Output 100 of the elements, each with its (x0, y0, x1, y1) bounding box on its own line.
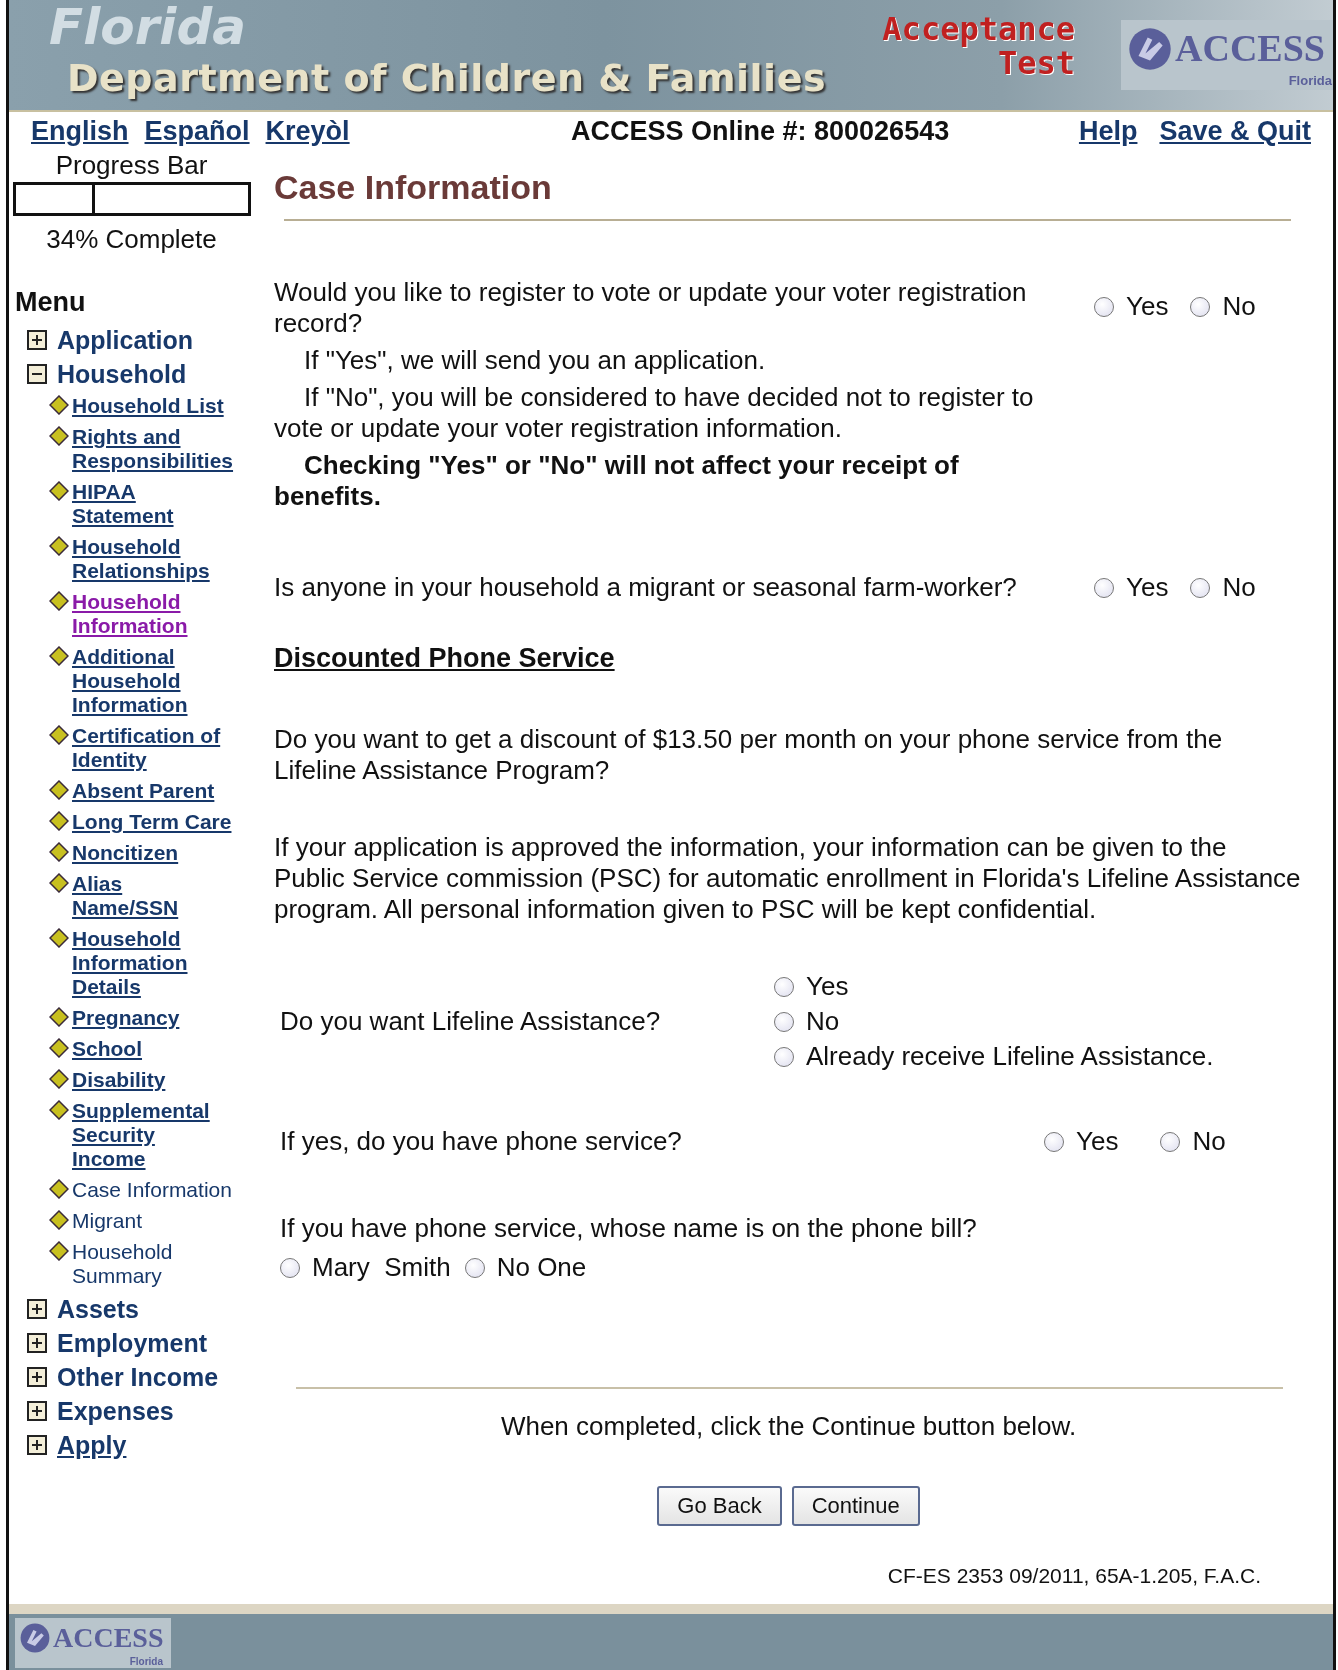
menu-link[interactable]: School (72, 1037, 232, 1061)
toggle-icon[interactable] (27, 1333, 47, 1353)
info-paragraph: If your application is approved the information, your information can be given to the Public Service commission (PSC) for automatic enrollment in Florida's Lifeline Assistance program. All personal information given to PSC will be kept confidential. (274, 832, 1302, 925)
diamond-icon (49, 725, 69, 745)
menu-section[interactable]: Assets (57, 1294, 139, 1324)
menu-link[interactable]: Certification of Identity (72, 724, 232, 772)
radio-button[interactable] (774, 1011, 794, 1032)
diamond-icon (49, 1210, 69, 1230)
menu-title: Menu (15, 287, 87, 318)
diamond-icon (49, 1038, 69, 1058)
option-label: No (1192, 1126, 1226, 1157)
diamond-icon (49, 426, 69, 446)
menu-link[interactable]: Household Information (72, 590, 232, 638)
info-paragraph: Do you want to get a discount of $13.50 per month on your phone service from the Lifeline Assistance Program? (274, 724, 1224, 786)
diamond-icon (49, 646, 69, 666)
diamond-icon (49, 1179, 69, 1199)
radio-button[interactable] (1190, 577, 1211, 598)
menu-link[interactable]: Household List (72, 394, 232, 418)
toggle-icon[interactable] (27, 1299, 47, 1319)
environment-label: Test (997, 46, 1075, 80)
header-link[interactable]: Save & Quit (1159, 115, 1311, 147)
radio-button[interactable] (280, 1257, 300, 1278)
menu-section[interactable]: Application (57, 325, 194, 355)
language-link[interactable]: Kreyòl (265, 115, 350, 147)
menu-section[interactable]: Employment (57, 1328, 208, 1358)
toggle-icon[interactable] (27, 364, 47, 384)
option-label: Mary Smith (312, 1252, 451, 1283)
language-link[interactable]: English (31, 115, 129, 147)
menu-link[interactable]: Absent Parent (72, 779, 232, 803)
menu-link[interactable]: Household Relationships (72, 535, 232, 583)
diamond-icon (49, 873, 69, 893)
page-title: Case Information (274, 168, 553, 207)
header-link[interactable]: Help (1078, 115, 1138, 147)
radio-button[interactable] (464, 1257, 485, 1278)
radio-button[interactable] (1094, 577, 1114, 598)
question-note: Checking "Yes" or "No" will not affect your receipt of benefits. (274, 450, 960, 512)
radio-button[interactable] (1094, 296, 1114, 317)
diamond-icon (49, 536, 69, 556)
option-label: Already receive Lifeline Assistance. (806, 1041, 1214, 1072)
diamond-icon (49, 1007, 69, 1027)
question-text: If you have phone service, whose name is on the phone bill? (280, 1213, 978, 1244)
logo-state: Florida (129, 1656, 163, 1667)
option-label: Yes (1126, 572, 1169, 603)
toggle-icon[interactable] (27, 1435, 47, 1455)
option-label: No (1222, 572, 1256, 603)
question-text: If yes, do you have phone service? (280, 1126, 683, 1157)
menu-link[interactable]: Household Information Details (72, 927, 232, 999)
diamond-icon (49, 395, 69, 415)
radio-button[interactable] (774, 976, 794, 997)
menu-section[interactable]: Household (57, 359, 187, 389)
diamond-icon (49, 1069, 69, 1089)
menu-link[interactable]: Long Term Care (72, 810, 232, 834)
menu-link[interactable]: Pregnancy (72, 1006, 232, 1030)
diamond-icon (49, 928, 69, 948)
menu-section-link[interactable]: Apply (57, 1430, 127, 1460)
menu-link[interactable]: Rights and Responsibilities (72, 425, 232, 473)
question-note: If "Yes", we will send you an application. (303, 345, 767, 376)
progress-caption: 34% Complete (45, 224, 218, 255)
menu-link[interactable]: Supplemental Security Income (72, 1099, 232, 1171)
menu-link[interactable]: Noncitizen (72, 841, 232, 865)
toggle-icon[interactable] (27, 330, 47, 350)
radio-button[interactable] (1190, 296, 1211, 317)
diamond-icon (49, 591, 69, 611)
diamond-icon (49, 842, 69, 862)
question-text: Would you like to register to vote or update your voter registration record? (274, 277, 1028, 339)
option-label: No (1222, 291, 1256, 322)
menu-link[interactable]: HIPAA Statement (72, 480, 232, 528)
diamond-icon (49, 1241, 69, 1261)
form-button[interactable]: Go Back (657, 1486, 782, 1526)
progress-label: Progress Bar (54, 150, 209, 180)
toggle-icon[interactable] (27, 1401, 47, 1421)
banner-watermark: Florida (49, 0, 246, 54)
form-button[interactable]: Continue (791, 1486, 920, 1526)
logo-word: ACCESS (1175, 26, 1325, 70)
option-label: Yes (1126, 291, 1169, 322)
option-label: Yes (1076, 1126, 1119, 1157)
radio-button[interactable] (1044, 1131, 1064, 1152)
menu-section[interactable]: Other Income (57, 1362, 219, 1392)
online-number: ACCESS Online #: 800026543 (571, 115, 951, 147)
option-label: No One (496, 1252, 587, 1283)
menu-section[interactable]: Expenses (57, 1396, 174, 1426)
diamond-icon (49, 481, 69, 501)
menu-link[interactable]: Additional Household Information (72, 645, 232, 717)
language-link[interactable]: Español (144, 115, 250, 147)
menu-link[interactable]: Alias Name/SSN (72, 872, 232, 920)
diamond-icon (49, 780, 69, 800)
diamond-icon (49, 811, 69, 831)
radio-button[interactable] (774, 1046, 794, 1067)
radio-button[interactable] (1160, 1131, 1181, 1152)
section-heading: Discounted Phone Service (274, 643, 616, 674)
logo-state: Florida (1288, 73, 1332, 88)
option-label: Yes (806, 971, 849, 1002)
question-text: Is anyone in your household a migrant or seasonal farm-worker? (274, 572, 1018, 603)
department-title: Department of Children & Families (67, 56, 827, 100)
menu-link[interactable]: Disability (72, 1068, 232, 1092)
toggle-icon[interactable] (27, 1367, 47, 1387)
environment-label: Acceptance (882, 12, 1075, 46)
diamond-icon (49, 1100, 69, 1120)
instruction-text: When completed, click the Continue button below. (499, 1411, 1078, 1442)
logo-word: ACCESS (53, 1622, 164, 1654)
